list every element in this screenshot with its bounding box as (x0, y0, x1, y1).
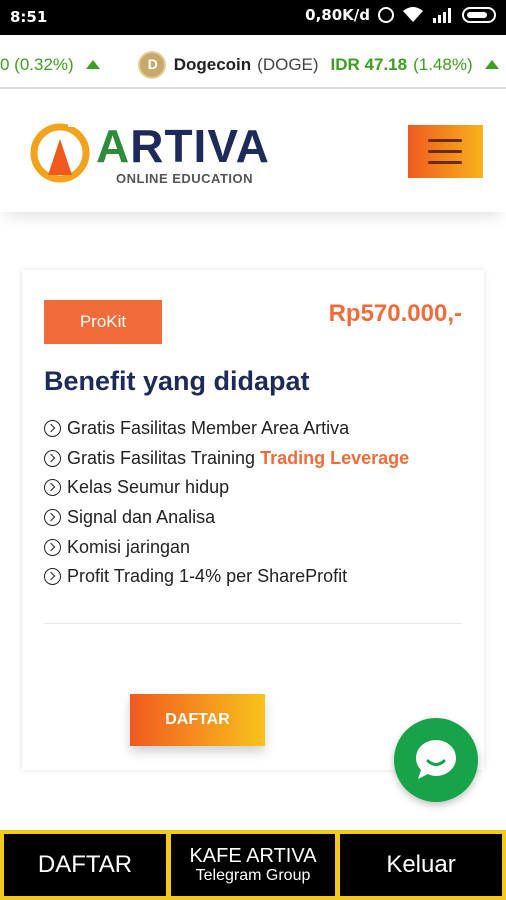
pricing-card: ProKit Rp570.000,- Benefit yang didapat … (22, 270, 484, 770)
coin-price: IDR 47.18 (330, 55, 408, 74)
wifi-icon (403, 7, 423, 22)
coin-name: Dogecoin (173, 55, 252, 74)
package-price: Rp570.000,- (328, 300, 462, 327)
ticker-prev-change: 0 (0.32%) (0, 55, 74, 74)
network-speed: 0,80K/d (305, 6, 370, 24)
menu-button[interactable] (408, 125, 483, 178)
chat-bubble-icon (416, 740, 456, 779)
crypto-ticker: 0 (0.32%) Dogecoin (DOGE) IDR 47.18 (1.4… (0, 35, 506, 89)
benefit-title: Benefit yang didapat (44, 366, 310, 396)
benefit-item: Gratis Fasilitas Member Area Artiva (44, 414, 409, 444)
alarm-icon (378, 7, 394, 23)
chevron-circle-icon (44, 420, 61, 438)
status-time: 8:51 (10, 8, 48, 26)
chevron-circle-icon (44, 538, 61, 556)
status-bar: 8:51 0,80K/d (0, 0, 506, 35)
benefit-item: Signal dan Analisa (44, 503, 409, 533)
up-arrow-icon (484, 59, 499, 69)
benefit-list: Gratis Fasilitas Member Area Artiva Grat… (44, 414, 409, 592)
benefit-item: Gratis Fasilitas Training Trading Leverag… (44, 444, 409, 474)
package-badge: ProKit (44, 300, 162, 344)
divider (44, 623, 462, 624)
logo-wordmark: ARTIVA (96, 120, 270, 172)
logo-emblem-icon (30, 121, 90, 183)
chat-button[interactable] (394, 718, 478, 802)
bottom-nav: DAFTAR KAFE ARTIVA Telegram Group Keluar (0, 830, 506, 900)
battery-icon (462, 7, 496, 23)
benefit-highlight: Trading Leverage (260, 447, 410, 468)
benefit-item: Komisi jaringan (44, 532, 409, 562)
logo-tagline: ONLINE EDUCATION (116, 171, 254, 186)
bottom-daftar-button[interactable]: DAFTAR (4, 834, 166, 896)
hamburger-icon (428, 139, 462, 142)
chevron-circle-icon (44, 509, 61, 527)
chevron-circle-icon (44, 568, 61, 586)
site-header: ARTIVA ONLINE EDUCATION (0, 89, 506, 212)
benefit-item: Kelas Seumur hidup (44, 473, 409, 503)
coin-change: (1.48%) (413, 55, 473, 74)
up-arrow-icon (85, 59, 100, 69)
kafe-artiva-telegram-button[interactable]: KAFE ARTIVA Telegram Group (171, 834, 335, 896)
artiva-logo[interactable]: ARTIVA ONLINE EDUCATION (28, 117, 270, 187)
dogecoin-icon (137, 51, 166, 79)
keluar-button[interactable]: Keluar (340, 834, 502, 896)
chevron-circle-icon (44, 449, 61, 467)
benefit-item: Profit Trading 1-4% per ShareProfit (44, 562, 409, 592)
daftar-button[interactable]: DAFTAR (130, 694, 265, 746)
signal-icon (433, 8, 451, 23)
chevron-circle-icon (44, 479, 61, 497)
coin-symbol: (DOGE) (257, 55, 319, 74)
status-icons: 0,80K/d (305, 6, 496, 24)
